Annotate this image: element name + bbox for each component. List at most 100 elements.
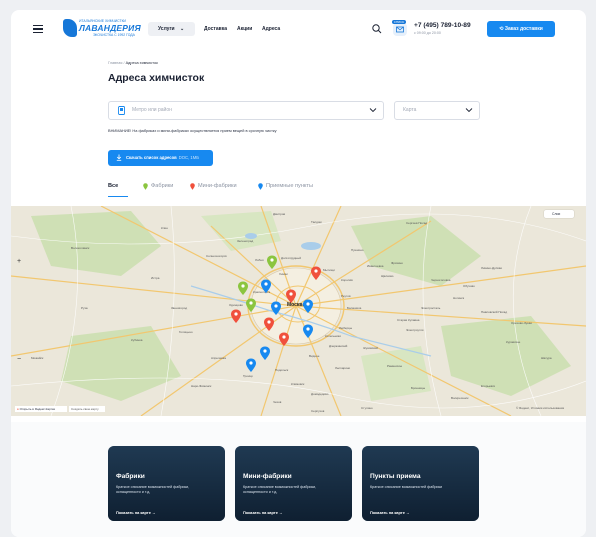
download-meta: DOC, 1МБ bbox=[178, 155, 199, 160]
map-city-label: Истра bbox=[151, 276, 160, 280]
page-title: Адреса химчисток bbox=[108, 72, 205, 84]
map-city-label: Талдом bbox=[311, 220, 322, 224]
zoom-in-button[interactable]: + bbox=[15, 258, 23, 266]
nav-link-addresses[interactable]: Адреса bbox=[262, 26, 280, 32]
map-city-label: Волоколамск bbox=[71, 246, 90, 250]
map-city-label: Дмитров bbox=[273, 212, 286, 216]
map-city-label: Электроугли bbox=[406, 328, 424, 332]
arrow-right-icon: → bbox=[277, 510, 283, 515]
map-city-label: Ногинск bbox=[453, 296, 465, 300]
map-city-label: Бронницы bbox=[411, 386, 426, 390]
tab-reception-points[interactable]: Приемные пункты bbox=[266, 183, 313, 189]
map[interactable]: Москва Зеленоград Химки Мытищи Балашиха … bbox=[11, 206, 586, 416]
active-tab-underline bbox=[108, 196, 128, 197]
nav-link-delivery[interactable]: Доставка bbox=[204, 26, 227, 32]
map-city-label: Клин bbox=[161, 226, 168, 230]
card-show-on-map-link[interactable]: Показать на карте → bbox=[243, 510, 283, 515]
map-city-label: Руза bbox=[81, 306, 88, 310]
yandex-pin-icon: ● bbox=[17, 407, 19, 411]
breadcrumb-separator: / bbox=[123, 61, 125, 65]
map-city-label: Ивантеевка bbox=[367, 264, 384, 268]
map-city-label: Апрелевка bbox=[211, 356, 226, 360]
map-city-label: Щёлково bbox=[381, 274, 394, 278]
download-label: Скачать список адресов bbox=[126, 155, 177, 160]
map-city-label: Орехово-Зуево bbox=[511, 321, 533, 325]
map-city-label: Воскресенск bbox=[451, 396, 469, 400]
map-city-label: Шатура bbox=[541, 356, 552, 360]
logo-since: ЭКОЧИСТКА С 1992 ГОДА bbox=[93, 33, 135, 37]
card-link-label: Показать на карте bbox=[116, 510, 151, 515]
card-title: Мини-фабрики bbox=[243, 473, 292, 480]
map-city-label: Лыткарино bbox=[335, 366, 351, 370]
breadcrumb-home[interactable]: Главная bbox=[108, 61, 122, 65]
page: ИТАЛЬЯНСКИЕ ХИМЧИСТКИ ЛАВАНДЕРИЯ ЭКОЧИСТ… bbox=[11, 10, 586, 537]
map-pin-icon bbox=[143, 183, 148, 190]
map-city-label: Черноголовка bbox=[431, 278, 451, 282]
search-icon[interactable] bbox=[371, 23, 383, 35]
map-city-label: Люберцы bbox=[339, 326, 353, 330]
tab-all[interactable]: Все bbox=[108, 183, 118, 189]
mail-icon bbox=[396, 26, 404, 33]
map-city-label: Троицк bbox=[243, 374, 253, 378]
map-city-label: Обухово bbox=[463, 284, 475, 288]
order-delivery-label: Заказ доставки bbox=[504, 26, 543, 32]
map-layers-button[interactable]: Слои bbox=[544, 210, 574, 218]
map-city-label: Балашиха bbox=[347, 306, 362, 310]
map-city-label: Мытищи bbox=[323, 268, 335, 272]
map-city-label: Егорьевск bbox=[481, 384, 495, 388]
map-city-label: Можайск bbox=[31, 356, 44, 360]
map-city-label: Дзержинский bbox=[329, 344, 348, 348]
map-city-label: Котельники bbox=[325, 334, 341, 338]
tab-factories[interactable]: Фабрики bbox=[151, 183, 173, 189]
open-in-yandex-label: Открыть в Яндекс.Картах bbox=[19, 407, 56, 411]
map-city-label: Ступино bbox=[361, 406, 373, 410]
card-reception-points[interactable]: Пункты приема Краткое описание возможнос… bbox=[362, 446, 479, 521]
download-addresses-button[interactable]: Скачать список адресов DOC, 1МБ bbox=[108, 150, 213, 166]
map-pin-icon bbox=[190, 183, 195, 190]
chevron-down-icon bbox=[369, 108, 377, 113]
card-show-on-map-link[interactable]: Показать на карте → bbox=[116, 510, 156, 515]
zoom-out-button[interactable]: − bbox=[15, 356, 23, 364]
map-city-label: Куровское bbox=[506, 340, 521, 344]
map-city-label: Серпухов bbox=[311, 409, 325, 413]
card-factories[interactable]: Фабрики Краткое описание возможностей фа… bbox=[108, 446, 225, 521]
map-copyright[interactable]: © Яндекс, Условия использования bbox=[516, 406, 564, 410]
phone-number[interactable]: +7 (495) 789-10-89 bbox=[414, 22, 471, 29]
mail-badge: СПИСК bbox=[392, 20, 406, 24]
view-select-placeholder: Карта bbox=[403, 107, 417, 113]
chevron-down-icon: ⌄ bbox=[180, 26, 185, 32]
mail-button[interactable] bbox=[393, 23, 407, 36]
map-city-label: Старая Купавна bbox=[397, 318, 420, 322]
map-city-label: Голицыно bbox=[179, 330, 193, 334]
nav-link-promotions[interactable]: Акции bbox=[237, 26, 252, 32]
menu-icon[interactable] bbox=[33, 25, 43, 33]
open-in-yandex-link[interactable]: ● Открыть в Яндекс.Картах bbox=[15, 406, 67, 412]
map-city-label: Лобня bbox=[255, 258, 264, 262]
metro-select-placeholder: Метро или район bbox=[132, 107, 172, 113]
card-title: Фабрики bbox=[116, 473, 145, 480]
map-city-label: Наро-Фоминск bbox=[191, 384, 212, 388]
card-description: Краткое описание возможностей фабрики, о… bbox=[116, 485, 190, 494]
services-dropdown[interactable]: Услуги ⌄ bbox=[148, 22, 195, 36]
breadcrumb-current: Адреса химчисток bbox=[125, 61, 158, 65]
card-mini-factories[interactable]: Мини-фабрики Краткое описание возможност… bbox=[235, 446, 352, 521]
card-show-on-map-link[interactable]: Показать на карте → bbox=[370, 510, 410, 515]
site-logo[interactable]: ИТАЛЬЯНСКИЕ ХИМЧИСТКИ ЛАВАНДЕРИЯ ЭКОЧИСТ… bbox=[63, 18, 143, 40]
map-city-label: Домодедово bbox=[311, 392, 329, 396]
view-select[interactable]: Карта bbox=[394, 101, 480, 120]
create-map-link[interactable]: Создать свою карту bbox=[69, 406, 105, 412]
map-city-label: Пушкино bbox=[351, 248, 364, 252]
tab-mini-factories[interactable]: Мини-фабрики bbox=[198, 183, 237, 189]
order-delivery-button[interactable]: ⟲ Заказ доставки bbox=[487, 21, 555, 37]
metro-district-select[interactable]: Метро или район bbox=[108, 101, 384, 120]
logo-name: ЛАВАНДЕРИЯ bbox=[79, 23, 141, 33]
chevron-down-icon bbox=[465, 108, 473, 113]
map-city-label: Химки bbox=[279, 272, 288, 276]
map-city-label: Ликино-Дулёво bbox=[481, 266, 503, 270]
breadcrumb: Главная / Адреса химчисток bbox=[108, 61, 158, 65]
map-city-label: Солнечногорск bbox=[206, 254, 227, 258]
card-description: Краткое описание возможностей фабрики bbox=[370, 485, 443, 489]
map-city-label: Зеленоград bbox=[237, 239, 254, 243]
map-city-label: Реутов bbox=[341, 294, 351, 298]
card-title: Пункты приема bbox=[370, 473, 421, 480]
